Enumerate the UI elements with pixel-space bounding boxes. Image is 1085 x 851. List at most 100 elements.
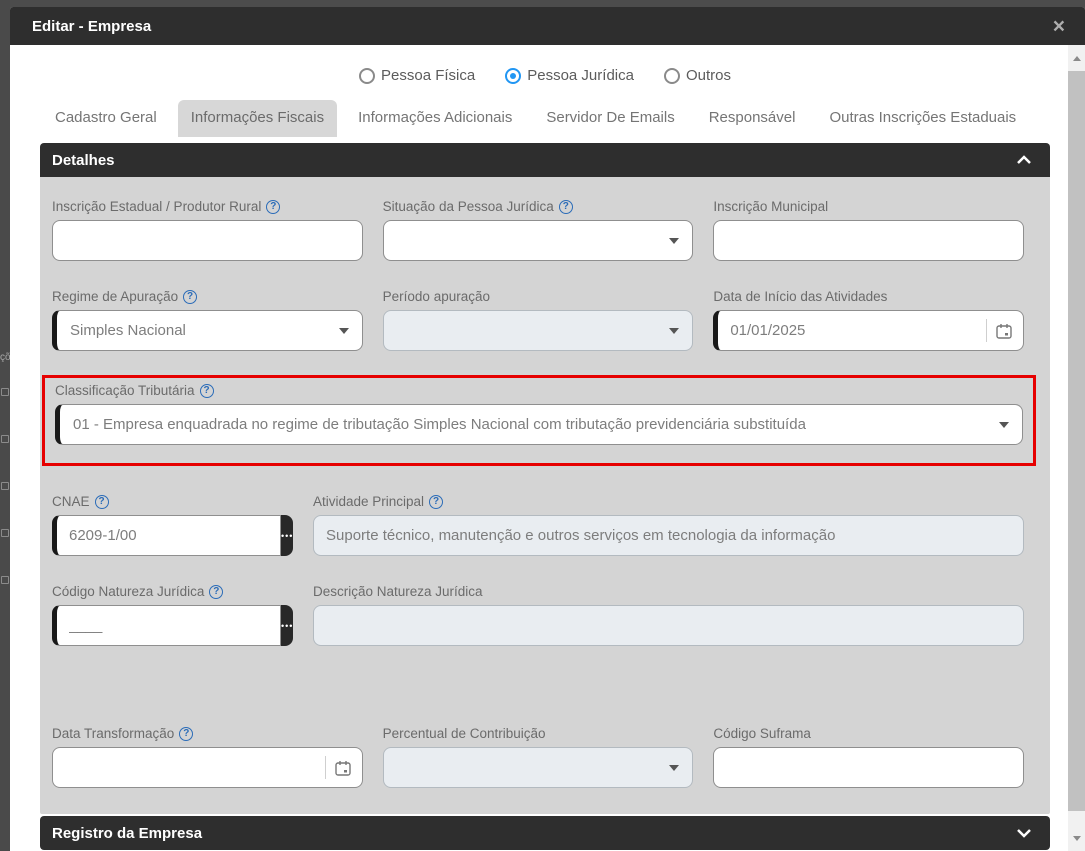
data-transformacao-input[interactable] bbox=[53, 759, 362, 776]
field-label: Data Transformação ? bbox=[52, 726, 363, 741]
dropdown-caret-icon bbox=[669, 765, 680, 771]
atividade-principal-input bbox=[314, 527, 1023, 544]
classificacao-tributaria-highlight-box: Classificação Tributária ? 01 - Empresa … bbox=[42, 375, 1036, 466]
modal-header: Editar - Empresa × bbox=[10, 7, 1085, 45]
natureza-lookup-button[interactable]: ••• bbox=[281, 605, 294, 646]
field-label: Situação da Pessoa Jurídica ? bbox=[383, 199, 694, 214]
help-icon[interactable]: ? bbox=[179, 726, 194, 741]
radio-pessoa-juridica[interactable]: Pessoa Jurídica bbox=[505, 67, 634, 84]
classificacao-tributaria-select[interactable]: 01 - Empresa enquadrada no regime de tri… bbox=[55, 404, 1023, 445]
section-header-registro[interactable]: Registro da Empresa bbox=[40, 816, 1050, 850]
field-label: Código Suframa bbox=[713, 726, 811, 741]
scrollbar-thumb[interactable] bbox=[1068, 71, 1085, 811]
tab-outras-inscricoes[interactable]: Outras Inscrições Estaduais bbox=[816, 100, 1029, 137]
field-label: Período apuração bbox=[382, 289, 490, 304]
field-periodo-apuracao: Período apuração bbox=[382, 289, 694, 351]
field-label: Atividade Principal ? bbox=[313, 494, 1024, 509]
field-codigo-natureza: Código Natureza Jurídica ? ••• bbox=[52, 584, 294, 646]
tab-informacoes-adicionais[interactable]: Informações Adicionais bbox=[345, 100, 525, 137]
field-label: Data de Início das Atividades bbox=[713, 289, 888, 304]
background-page-fragment: çõ bbox=[0, 352, 11, 363]
situacao-pj-select[interactable] bbox=[382, 220, 694, 261]
background-checkbox-fragment bbox=[1, 482, 9, 490]
field-label: Descrição Natureza Jurídica bbox=[313, 584, 483, 599]
dropdown-caret-icon bbox=[669, 328, 680, 334]
help-icon[interactable]: ? bbox=[558, 199, 573, 214]
percentual-contribuicao-select bbox=[382, 747, 694, 788]
ellipsis-icon: ••• bbox=[281, 530, 294, 541]
background-checkbox-fragment bbox=[1, 529, 9, 537]
calendar-icon[interactable] bbox=[995, 322, 1013, 340]
radio-unselected-icon[interactable] bbox=[663, 67, 680, 84]
chevron-up-icon[interactable] bbox=[1016, 155, 1032, 165]
periodo-apuracao-select bbox=[382, 310, 694, 351]
calendar-icon[interactable] bbox=[334, 759, 352, 777]
field-situacao-pj: Situação da Pessoa Jurídica ? bbox=[382, 199, 694, 261]
help-icon[interactable]: ? bbox=[266, 199, 281, 214]
cnae-lookup-button[interactable]: ••• bbox=[281, 515, 294, 556]
radio-label: Pessoa Jurídica bbox=[527, 67, 634, 84]
data-inicio-input[interactable] bbox=[718, 322, 1023, 339]
radio-unselected-icon[interactable] bbox=[359, 67, 376, 84]
help-icon[interactable]: ? bbox=[199, 383, 214, 398]
field-data-transformacao: Data Transformação ? bbox=[52, 726, 363, 788]
vertical-scrollbar[interactable] bbox=[1068, 45, 1085, 851]
modal-title: Editar - Empresa bbox=[32, 17, 152, 35]
field-regime-apuracao: Regime de Apuração ? Simples Nacional bbox=[52, 289, 363, 351]
tab-cadastro-geral[interactable]: Cadastro Geral bbox=[42, 100, 170, 137]
help-icon[interactable]: ? bbox=[183, 289, 198, 304]
radio-pessoa-fisica[interactable]: Pessoa Física bbox=[359, 67, 475, 84]
field-inscricao-municipal: Inscrição Municipal bbox=[713, 199, 1024, 261]
field-classificacao-tributaria: Classificação Tributária ? 01 - Empresa … bbox=[55, 383, 1023, 445]
field-label: Regime de Apuração ? bbox=[52, 289, 363, 304]
person-type-radio-group: Pessoa Física Pessoa Jurídica Outros bbox=[40, 45, 1050, 90]
codigo-natureza-input[interactable] bbox=[57, 617, 280, 634]
modal-body: Pessoa Física Pessoa Jurídica Outros Cad… bbox=[10, 45, 1085, 851]
edit-company-modal: Editar - Empresa × Pessoa Física Pessoa … bbox=[10, 7, 1085, 851]
help-icon[interactable]: ? bbox=[209, 584, 224, 599]
field-label: CNAE ? bbox=[52, 494, 287, 509]
field-label: Inscrição Estadual / Produtor Rural ? bbox=[52, 199, 363, 214]
radio-label: Pessoa Física bbox=[381, 67, 476, 84]
field-label: Inscrição Municipal bbox=[713, 199, 829, 214]
background-checkbox-fragment bbox=[1, 388, 9, 396]
field-codigo-suframa: Código Suframa bbox=[713, 726, 1024, 788]
field-data-inicio: Data de Início das Atividades bbox=[713, 289, 1024, 351]
field-label: Código Natureza Jurídica ? bbox=[52, 584, 287, 599]
modal-backdrop: çõ bbox=[0, 0, 11, 851]
radio-outros[interactable]: Outros bbox=[663, 67, 731, 84]
background-checkbox-fragment bbox=[1, 435, 9, 443]
section-title: Detalhes bbox=[52, 151, 115, 169]
help-icon[interactable]: ? bbox=[94, 494, 109, 509]
inscricao-estadual-input[interactable] bbox=[53, 232, 362, 249]
background-checkbox-fragment bbox=[1, 576, 9, 584]
field-inscricao-estadual: Inscrição Estadual / Produtor Rural ? bbox=[52, 199, 363, 261]
section-title: Registro da Empresa bbox=[52, 824, 203, 842]
tab-servidor-de-emails[interactable]: Servidor De Emails bbox=[533, 100, 687, 137]
radio-selected-icon[interactable] bbox=[505, 67, 522, 84]
field-percentual-contribuicao: Percentual de Contribuição bbox=[382, 726, 694, 788]
field-descricao-natureza: Descrição Natureza Jurídica bbox=[313, 584, 1024, 646]
field-label: Percentual de Contribuição bbox=[382, 726, 546, 741]
inscricao-municipal-input[interactable] bbox=[714, 232, 1023, 249]
tab-informacoes-fiscais[interactable]: Informações Fiscais bbox=[177, 100, 338, 137]
field-label: Classificação Tributária ? bbox=[55, 383, 1023, 398]
close-icon[interactable]: × bbox=[1053, 16, 1065, 37]
section-header-detalhes[interactable]: Detalhes bbox=[40, 143, 1050, 177]
tab-responsavel[interactable]: Responsável bbox=[696, 100, 809, 137]
field-atividade-principal: Atividade Principal ? bbox=[313, 494, 1024, 556]
regime-apuracao-select[interactable]: Simples Nacional bbox=[52, 310, 363, 351]
ellipsis-icon: ••• bbox=[281, 620, 294, 631]
help-icon[interactable]: ? bbox=[429, 494, 444, 509]
tab-bar: Cadastro Geral Informações Fiscais Infor… bbox=[40, 90, 1050, 137]
scroll-up-arrow-icon[interactable] bbox=[1068, 50, 1085, 66]
chevron-down-icon[interactable] bbox=[1016, 828, 1032, 838]
cnae-input[interactable] bbox=[57, 527, 280, 544]
scroll-down-arrow-icon[interactable] bbox=[1068, 830, 1085, 846]
field-cnae: CNAE ? ••• bbox=[52, 494, 294, 556]
codigo-suframa-input[interactable] bbox=[714, 759, 1023, 776]
detalhes-panel: Inscrição Estadual / Produtor Rural ? Si… bbox=[40, 177, 1050, 814]
descricao-natureza-input bbox=[314, 617, 1023, 634]
dropdown-caret-icon bbox=[338, 328, 349, 334]
radio-label: Outros bbox=[685, 67, 731, 84]
